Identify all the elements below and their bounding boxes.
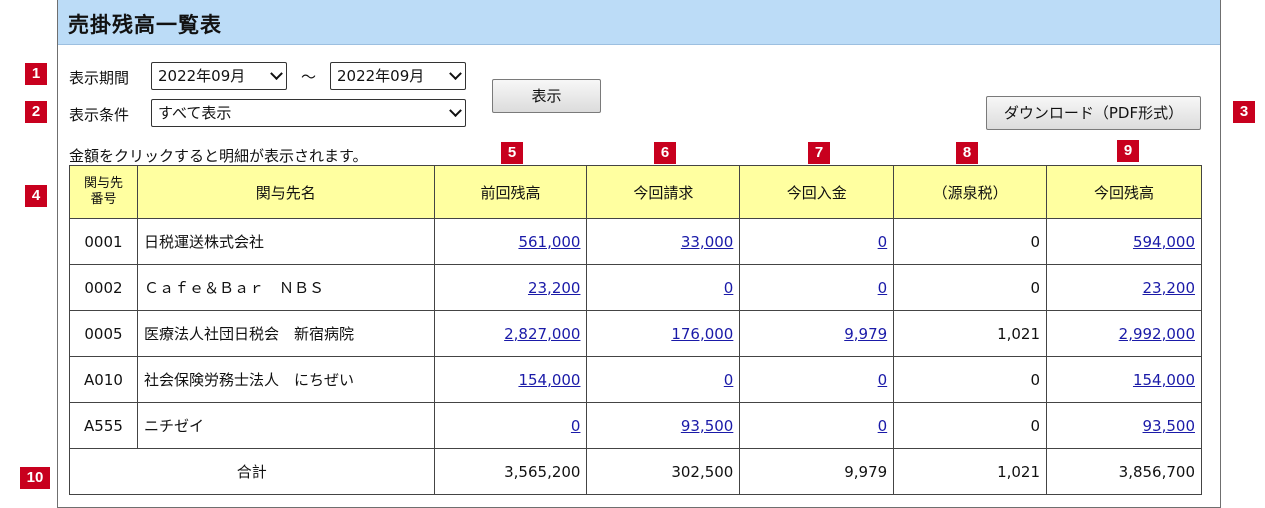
- header-balance: 今回残高: [1046, 165, 1202, 219]
- marker-8: 8: [956, 142, 978, 164]
- header-name: 関与先名: [136, 165, 435, 219]
- period-to-value: 2022年09月: [337, 67, 425, 85]
- total-prev: 3,565,200: [433, 448, 588, 495]
- period-from-value: 2022年09月: [158, 67, 246, 85]
- balance-link[interactable]: 154,000: [1133, 371, 1195, 389]
- balance-link[interactable]: 93,500: [1143, 417, 1196, 435]
- period-label: 表示期間: [69, 69, 130, 87]
- billing-link[interactable]: 93,500: [681, 417, 734, 435]
- page-title: 売掛残高一覧表: [68, 13, 222, 37]
- period-from-select[interactable]: 2022年09月: [151, 62, 287, 90]
- billing-link[interactable]: 0: [724, 279, 734, 297]
- withholding-value: 0: [893, 218, 1048, 265]
- row-code: 0005: [69, 310, 138, 357]
- withholding-value: 1,021: [893, 310, 1048, 357]
- condition-label: 表示条件: [69, 106, 130, 124]
- table-row: 0002 Ｃａｆｅ＆Ｂａｒ ＮＢＳ 23,200 0 0 0 23,200: [69, 264, 1202, 311]
- header-withholding: （源泉税）: [893, 165, 1048, 219]
- total-label: 合計: [69, 448, 435, 495]
- withholding-value: 0: [893, 264, 1048, 311]
- receipt-link[interactable]: 0: [878, 371, 888, 389]
- header-code-line1: 関与先: [83, 176, 123, 191]
- table-header-row: 関与先 番号 関与先名 前回残高 今回請求 今回入金 （源泉税） 今回残高: [69, 165, 1202, 219]
- prev-balance-link[interactable]: 0: [571, 417, 581, 435]
- hint-text: 金額をクリックすると明細が表示されます。: [69, 147, 368, 165]
- title-bar: 売掛残高一覧表: [58, 0, 1220, 45]
- header-billing: 今回請求: [586, 165, 741, 219]
- header-receipt: 今回入金: [739, 165, 895, 219]
- withholding-value: 0: [893, 402, 1048, 449]
- condition-value: すべて表示: [158, 104, 232, 122]
- period-tilde: ～: [301, 68, 317, 86]
- download-pdf-button[interactable]: ダウンロード（PDF形式）: [986, 96, 1201, 130]
- period-to-select[interactable]: 2022年09月: [330, 62, 466, 90]
- row-name: 日税運送株式会社: [136, 218, 435, 265]
- condition-select[interactable]: すべて表示: [151, 99, 466, 127]
- marker-4: 4: [25, 185, 47, 207]
- marker-6: 6: [654, 142, 676, 164]
- row-code: 0001: [69, 218, 138, 265]
- marker-2: 2: [25, 101, 47, 123]
- total-receipt: 9,979: [739, 448, 895, 495]
- row-code: A555: [69, 402, 138, 449]
- prev-balance-link[interactable]: 154,000: [518, 371, 580, 389]
- marker-1: 1: [25, 63, 47, 85]
- chevron-down-icon: [449, 67, 462, 81]
- table-row: A555 ニチゼイ 0 93,500 0 0 93,500: [69, 402, 1202, 449]
- table-row: A010 社会保険労務士法人 にちぜい 154,000 0 0 0 154,00…: [69, 356, 1202, 403]
- marker-3: 3: [1233, 101, 1255, 123]
- balance-table: 関与先 番号 関与先名 前回残高 今回請求 今回入金 （源泉税） 今回残高 00…: [69, 165, 1202, 495]
- marker-7: 7: [808, 142, 830, 164]
- receipt-link[interactable]: 0: [878, 417, 888, 435]
- header-prev-balance: 前回残高: [433, 165, 588, 219]
- marker-10: 10: [20, 467, 50, 489]
- chevron-down-icon: [270, 67, 283, 81]
- total-withholding: 1,021: [893, 448, 1048, 495]
- receipt-link[interactable]: 9,979: [844, 325, 887, 343]
- total-row: 合計 3,565,200 302,500 9,979 1,021 3,856,7…: [69, 448, 1202, 495]
- marker-5: 5: [501, 142, 523, 164]
- row-name: 医療法人社団日税会 新宿病院: [136, 310, 435, 357]
- receipt-link[interactable]: 0: [878, 233, 888, 251]
- prev-balance-link[interactable]: 23,200: [528, 279, 581, 297]
- row-name: ニチゼイ: [136, 402, 435, 449]
- prev-balance-link[interactable]: 2,827,000: [504, 325, 580, 343]
- billing-link[interactable]: 176,000: [671, 325, 733, 343]
- billing-link[interactable]: 0: [724, 371, 734, 389]
- total-billing: 302,500: [586, 448, 741, 495]
- row-name: Ｃａｆｅ＆Ｂａｒ ＮＢＳ: [136, 264, 435, 311]
- withholding-value: 0: [893, 356, 1048, 403]
- table-row: 0005 医療法人社団日税会 新宿病院 2,827,000 176,000 9,…: [69, 310, 1202, 357]
- balance-link[interactable]: 594,000: [1133, 233, 1195, 251]
- chevron-down-icon: [449, 104, 462, 118]
- billing-link[interactable]: 33,000: [681, 233, 734, 251]
- prev-balance-link[interactable]: 561,000: [518, 233, 580, 251]
- total-balance: 3,856,700: [1046, 448, 1202, 495]
- marker-9: 9: [1117, 140, 1139, 162]
- header-code-line2: 番号: [90, 192, 117, 207]
- row-code: A010: [69, 356, 138, 403]
- table-row: 0001 日税運送株式会社 561,000 33,000 0 0 594,000: [69, 218, 1202, 265]
- show-button[interactable]: 表示: [492, 79, 601, 113]
- row-name: 社会保険労務士法人 にちぜい: [136, 356, 435, 403]
- balance-link[interactable]: 23,200: [1143, 279, 1196, 297]
- header-code: 関与先 番号: [69, 165, 138, 219]
- row-code: 0002: [69, 264, 138, 311]
- balance-link[interactable]: 2,992,000: [1119, 325, 1195, 343]
- receipt-link[interactable]: 0: [878, 279, 888, 297]
